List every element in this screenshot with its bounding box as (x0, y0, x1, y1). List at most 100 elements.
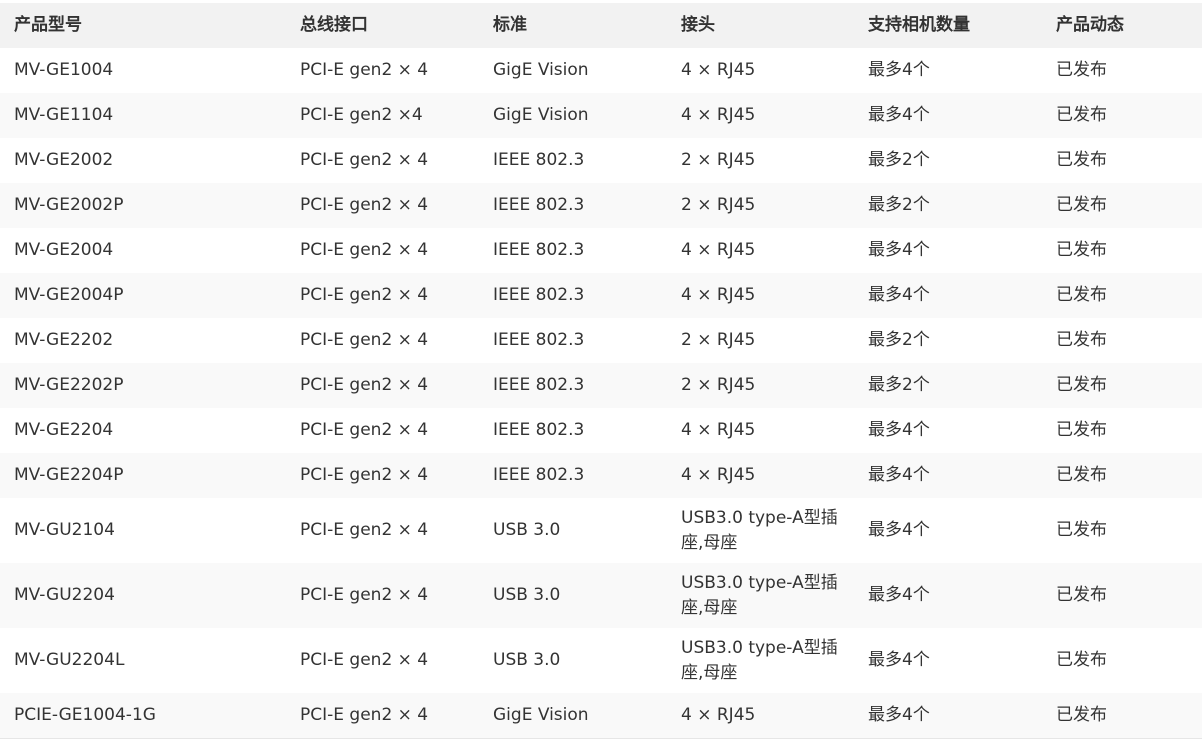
cell-cameras: 最多4个 (854, 628, 1042, 693)
cell-model: MV-GE2004 (0, 228, 286, 273)
cell-bus: PCI-E gen2 × 4 (286, 628, 479, 693)
table-body: MV-GE1004 PCI-E gen2 × 4 GigE Vision 4 ×… (0, 48, 1202, 738)
header-standard: 标准 (479, 3, 667, 48)
cell-standard: GigE Vision (479, 48, 667, 93)
cell-model: MV-GE2204 (0, 408, 286, 453)
cell-connector: 4 × RJ45 (667, 408, 854, 453)
cell-cameras: 最多2个 (854, 183, 1042, 228)
header-cameras: 支持相机数量 (854, 3, 1042, 48)
cell-standard: USB 3.0 (479, 498, 667, 563)
cell-bus: PCI-E gen2 × 4 (286, 693, 479, 738)
cell-cameras: 最多4个 (854, 498, 1042, 563)
cell-bus: PCI-E gen2 × 4 (286, 408, 479, 453)
cell-cameras: 最多4个 (854, 408, 1042, 453)
cell-cameras: 最多2个 (854, 138, 1042, 183)
cell-standard: IEEE 802.3 (479, 138, 667, 183)
cell-bus: PCI-E gen2 × 4 (286, 318, 479, 363)
cell-bus: PCI-E gen2 ×4 (286, 93, 479, 138)
cell-bus: PCI-E gen2 × 4 (286, 183, 479, 228)
cell-cameras: 最多4个 (854, 273, 1042, 318)
cell-model: MV-GU2104 (0, 498, 286, 563)
product-table: 产品型号 总线接口 标准 接头 支持相机数量 产品动态 MV-GE1004 PC… (0, 3, 1202, 738)
cell-status: 已发布 (1042, 563, 1202, 628)
table-row: MV-GE1004 PCI-E gen2 × 4 GigE Vision 4 ×… (0, 48, 1202, 93)
cell-model: MV-GE2004P (0, 273, 286, 318)
cell-connector: 4 × RJ45 (667, 228, 854, 273)
cell-cameras: 最多2个 (854, 318, 1042, 363)
cell-connector: 2 × RJ45 (667, 183, 854, 228)
cell-connector: USB3.0 type-A型插座,母座 (667, 628, 854, 693)
cell-bus: PCI-E gen2 × 4 (286, 228, 479, 273)
cell-cameras: 最多4个 (854, 228, 1042, 273)
cell-bus: PCI-E gen2 × 4 (286, 498, 479, 563)
cell-model: MV-GU2204L (0, 628, 286, 693)
cell-connector: 2 × RJ45 (667, 318, 854, 363)
table-row: MV-GU2104 PCI-E gen2 × 4 USB 3.0 USB3.0 … (0, 498, 1202, 563)
header-model: 产品型号 (0, 3, 286, 48)
table-header: 产品型号 总线接口 标准 接头 支持相机数量 产品动态 (0, 3, 1202, 48)
cell-status: 已发布 (1042, 183, 1202, 228)
cell-status: 已发布 (1042, 138, 1202, 183)
cell-model: MV-GE2202P (0, 363, 286, 408)
cell-status: 已发布 (1042, 363, 1202, 408)
cell-status: 已发布 (1042, 228, 1202, 273)
cell-connector: USB3.0 type-A型插座,母座 (667, 563, 854, 628)
cell-connector: 4 × RJ45 (667, 693, 854, 738)
cell-standard: IEEE 802.3 (479, 408, 667, 453)
table-row: MV-GU2204 PCI-E gen2 × 4 USB 3.0 USB3.0 … (0, 563, 1202, 628)
cell-model: MV-GE2204P (0, 453, 286, 498)
cell-standard: IEEE 802.3 (479, 363, 667, 408)
cell-status: 已发布 (1042, 93, 1202, 138)
cell-status: 已发布 (1042, 318, 1202, 363)
cell-model: PCIE-GE1004-1G (0, 693, 286, 738)
cell-bus: PCI-E gen2 × 4 (286, 453, 479, 498)
table-row: MV-GE2202P PCI-E gen2 × 4 IEEE 802.3 2 ×… (0, 363, 1202, 408)
cell-model: MV-GU2204 (0, 563, 286, 628)
table-row: MV-GE2002P PCI-E gen2 × 4 IEEE 802.3 2 ×… (0, 183, 1202, 228)
cell-standard: USB 3.0 (479, 563, 667, 628)
table-row: MV-GE2202 PCI-E gen2 × 4 IEEE 802.3 2 × … (0, 318, 1202, 363)
header-status: 产品动态 (1042, 3, 1202, 48)
table-row: MV-GE2204P PCI-E gen2 × 4 IEEE 802.3 4 ×… (0, 453, 1202, 498)
cell-standard: IEEE 802.3 (479, 183, 667, 228)
cell-cameras: 最多4个 (854, 48, 1042, 93)
cell-standard: IEEE 802.3 (479, 453, 667, 498)
cell-cameras: 最多4个 (854, 93, 1042, 138)
cell-connector: 4 × RJ45 (667, 48, 854, 93)
cell-bus: PCI-E gen2 × 4 (286, 363, 479, 408)
cell-bus: PCI-E gen2 × 4 (286, 48, 479, 93)
cell-status: 已发布 (1042, 273, 1202, 318)
table-row: MV-GE2002 PCI-E gen2 × 4 IEEE 802.3 2 × … (0, 138, 1202, 183)
table-row: MV-GE2204 PCI-E gen2 × 4 IEEE 802.3 4 × … (0, 408, 1202, 453)
cell-model: MV-GE1004 (0, 48, 286, 93)
cell-model: MV-GE2202 (0, 318, 286, 363)
cell-standard: IEEE 802.3 (479, 318, 667, 363)
cell-status: 已发布 (1042, 453, 1202, 498)
cell-standard: IEEE 802.3 (479, 273, 667, 318)
header-connector: 接头 (667, 3, 854, 48)
cell-status: 已发布 (1042, 693, 1202, 738)
cell-model: MV-GE1104 (0, 93, 286, 138)
cell-connector: 2 × RJ45 (667, 363, 854, 408)
cell-model: MV-GE2002 (0, 138, 286, 183)
table-row: MV-GE2004 PCI-E gen2 × 4 IEEE 802.3 4 × … (0, 228, 1202, 273)
table-row: MV-GE2004P PCI-E gen2 × 4 IEEE 802.3 4 ×… (0, 273, 1202, 318)
cell-connector: USB3.0 type-A型插座,母座 (667, 498, 854, 563)
cell-bus: PCI-E gen2 × 4 (286, 563, 479, 628)
cell-bus: PCI-E gen2 × 4 (286, 138, 479, 183)
cell-status: 已发布 (1042, 408, 1202, 453)
cell-cameras: 最多4个 (854, 693, 1042, 738)
table-row: PCIE-GE1004-1G PCI-E gen2 × 4 GigE Visio… (0, 693, 1202, 738)
cell-cameras: 最多2个 (854, 363, 1042, 408)
table-row: MV-GU2204L PCI-E gen2 × 4 USB 3.0 USB3.0… (0, 628, 1202, 693)
cell-standard: GigE Vision (479, 93, 667, 138)
cell-connector: 4 × RJ45 (667, 93, 854, 138)
cell-cameras: 最多4个 (854, 453, 1042, 498)
header-row: 产品型号 总线接口 标准 接头 支持相机数量 产品动态 (0, 3, 1202, 48)
header-bus: 总线接口 (286, 3, 479, 48)
cell-connector: 2 × RJ45 (667, 138, 854, 183)
cell-standard: IEEE 802.3 (479, 228, 667, 273)
table-row: MV-GE1104 PCI-E gen2 ×4 GigE Vision 4 × … (0, 93, 1202, 138)
cell-connector: 4 × RJ45 (667, 453, 854, 498)
cell-model: MV-GE2002P (0, 183, 286, 228)
